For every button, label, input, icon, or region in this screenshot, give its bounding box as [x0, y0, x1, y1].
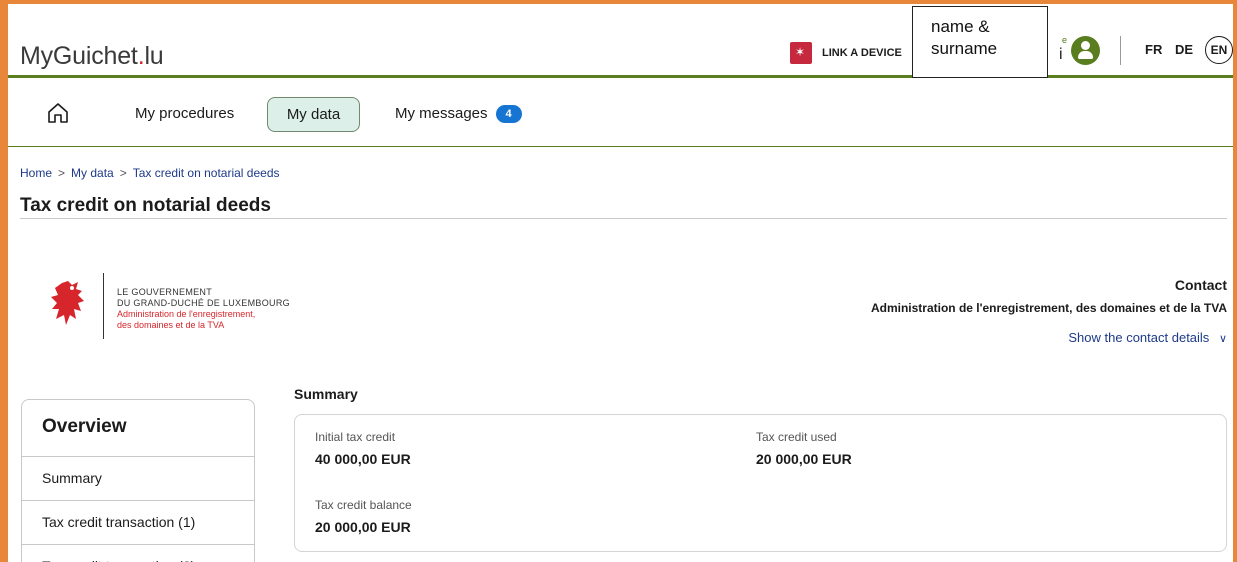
breadcrumb-current[interactable]: Tax credit on notarial deeds	[133, 166, 280, 180]
tax-credit-balance-label: Tax credit balance	[315, 498, 412, 512]
sidebar-item-summary[interactable]: Summary	[22, 457, 254, 501]
nav-my-procedures[interactable]: My procedures	[135, 105, 234, 122]
name-box-line2: surname	[931, 39, 998, 58]
breadcrumb: Home > My data > Tax credit on notarial …	[20, 166, 280, 180]
summary-card: Initial tax credit 40 000,00 EUR Tax cre…	[294, 414, 1227, 552]
nav-my-messages[interactable]: My messages 4	[395, 105, 522, 123]
overview-sidebar: Overview Summary Tax credit transaction …	[21, 399, 255, 562]
nav-my-data[interactable]: My data	[267, 97, 360, 132]
chevron-right-icon: >	[58, 166, 66, 180]
gov-logo-text: LE GOUVERNEMENT DU GRAND-DUCHÉ DE LUXEMB…	[117, 287, 290, 331]
name-box-line1: name &	[931, 17, 990, 36]
header-divider	[1120, 36, 1121, 65]
initial-tax-credit-value: 40 000,00 EUR	[315, 451, 411, 467]
link-device-button[interactable]: LINK A DEVICE	[790, 42, 902, 64]
user-name-fragment: i	[1059, 46, 1063, 63]
user-status-text: e	[1062, 35, 1068, 45]
user-avatar-icon[interactable]	[1071, 36, 1100, 65]
nav-my-messages-label: My messages	[395, 105, 488, 122]
overview-heading: Overview	[22, 400, 254, 457]
lang-de-button[interactable]: DE	[1175, 42, 1193, 57]
summary-heading: Summary	[294, 386, 358, 402]
messages-count-badge: 4	[495, 105, 522, 123]
lang-fr-button[interactable]: FR	[1145, 42, 1162, 57]
sidebar-item-transaction-1[interactable]: Tax credit transaction (1)	[22, 501, 254, 545]
contact-heading: Contact	[1174, 277, 1227, 293]
breadcrumb-home[interactable]: Home	[20, 166, 52, 180]
breadcrumb-my-data[interactable]: My data	[71, 166, 114, 180]
show-contact-details-link[interactable]: Show the contact details ∨	[1068, 330, 1227, 345]
tax-credit-used-label: Tax credit used	[756, 430, 837, 444]
title-divider	[20, 218, 1227, 219]
myguichet-logo[interactable]: MyGuichet.lu	[20, 42, 164, 71]
tax-credit-used-value: 20 000,00 EUR	[756, 451, 852, 467]
lang-en-button[interactable]: EN	[1205, 36, 1233, 64]
page-title: Tax credit on notarial deeds	[20, 195, 271, 216]
name-redaction-box: name & surname	[912, 6, 1048, 78]
link-device-label: LINK A DEVICE	[822, 47, 902, 59]
device-link-icon	[790, 42, 812, 64]
initial-tax-credit-label: Initial tax credit	[315, 430, 396, 444]
contact-administration: Administration de l'enregistrement, des …	[870, 301, 1227, 315]
gov-line-2: DU GRAND-DUCHÉ DE LUXEMBOURG	[117, 298, 290, 308]
chevron-right-icon: >	[119, 166, 127, 180]
main-nav: My procedures My data My messages 4	[8, 81, 1233, 147]
gov-line-1: LE GOUVERNEMENT	[117, 287, 213, 297]
chevron-down-icon: ∨	[1218, 333, 1227, 345]
gov-line-4: des domaines et de la TVA	[117, 320, 225, 330]
sidebar-item-transaction-2[interactable]: Tax credit transaction (2)	[22, 545, 254, 562]
top-header: MyGuichet.lu LINK A DEVICE e i FR DE EN	[8, 4, 1233, 78]
show-contact-details-label: Show the contact details	[1068, 330, 1210, 345]
orange-frame-left	[0, 0, 8, 562]
red-lion-icon	[51, 281, 84, 325]
government-logo: LE GOUVERNEMENT DU GRAND-DUCHÉ DE LUXEMB…	[48, 273, 308, 341]
gov-logo-divider	[103, 273, 104, 339]
home-icon[interactable]	[46, 101, 70, 125]
tax-credit-balance-value: 20 000,00 EUR	[315, 519, 411, 535]
gov-line-3: Administration de l'enregistrement,	[117, 309, 256, 319]
